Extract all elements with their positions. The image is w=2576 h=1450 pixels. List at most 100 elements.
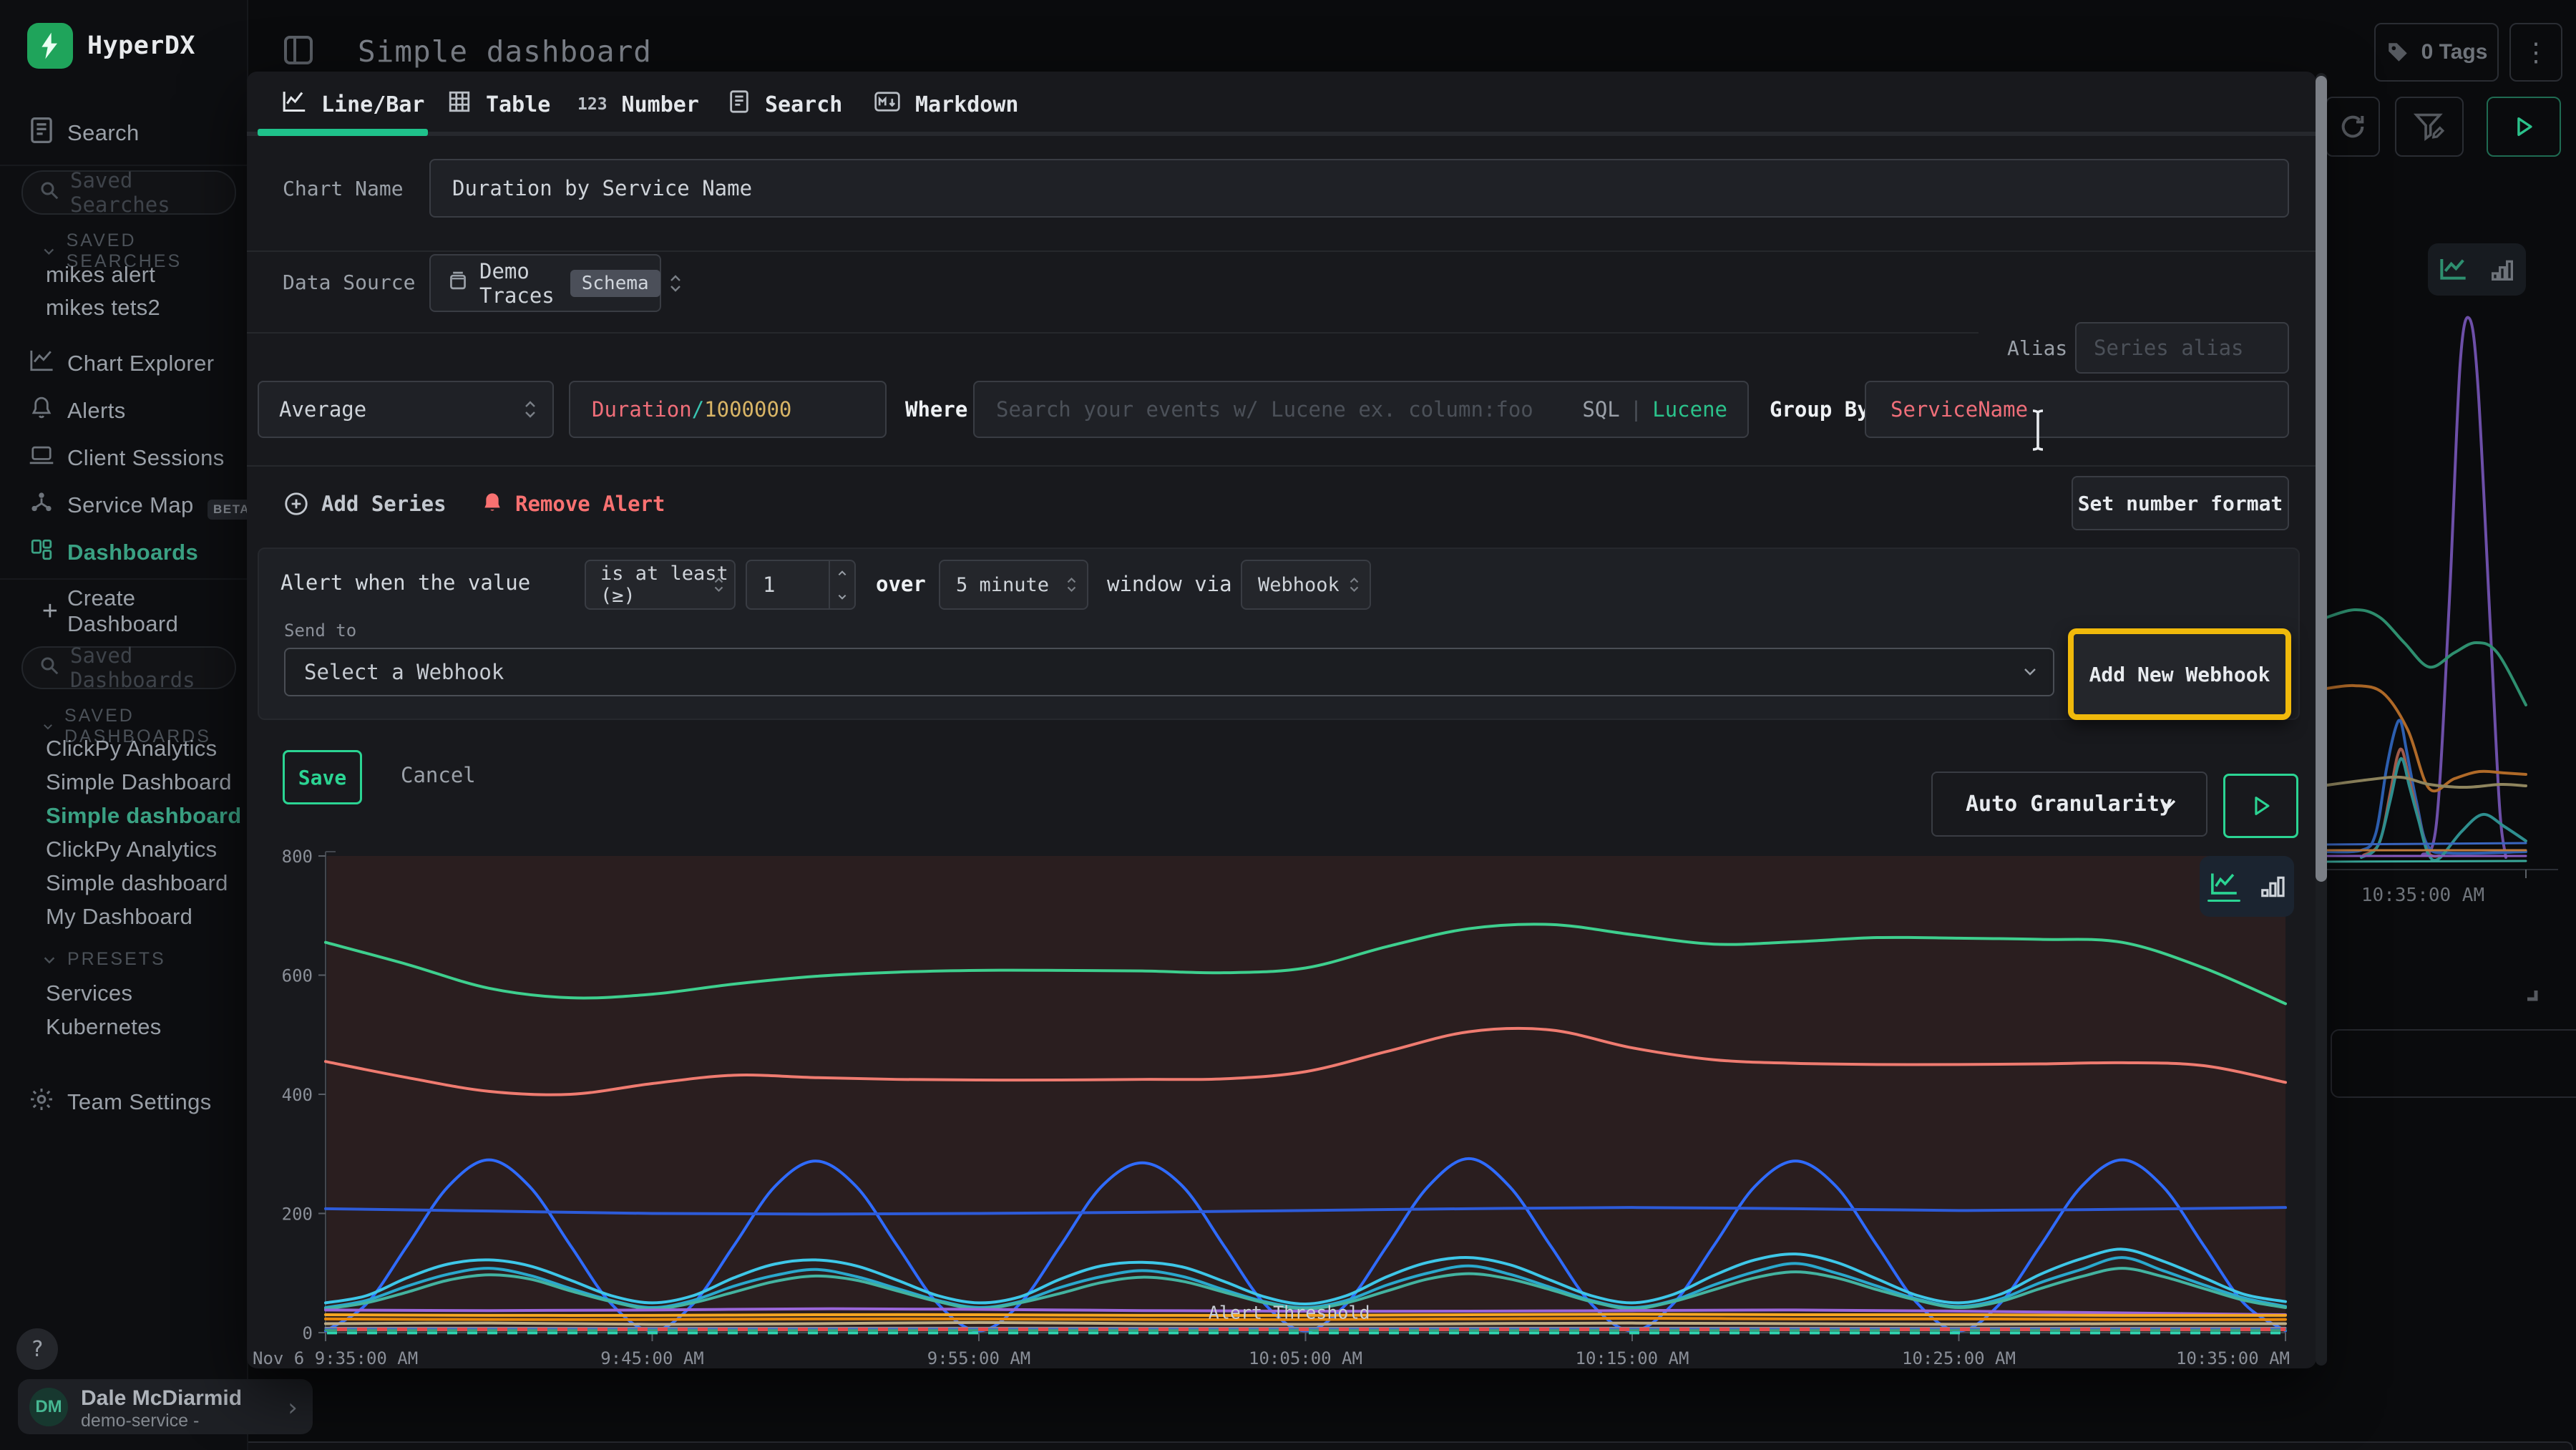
laptop-icon <box>26 444 57 472</box>
svg-text:10:35:00 AM: 10:35:00 AM <box>2176 1348 2290 1368</box>
saved-search-item[interactable]: mikes alert <box>46 262 155 288</box>
saved-searches-placeholder: Saved Searches <box>70 168 235 217</box>
saved-dashboard-item[interactable]: Simple dashboard <box>46 870 228 896</box>
select-chevrons-icon <box>524 400 537 419</box>
stepper-up-icon[interactable] <box>837 570 847 577</box>
search-doc-icon <box>728 89 751 120</box>
where-search-input[interactable]: Search your events w/ Lucene ex. column:… <box>973 381 1749 438</box>
filter-edit-icon <box>2413 111 2446 142</box>
plus-icon: + <box>34 596 66 627</box>
saved-search-item[interactable]: mikes tets2 <box>46 295 160 321</box>
lucene-mode-toggle[interactable]: Lucene <box>1652 397 1727 422</box>
tab-number[interactable]: 123 Number <box>577 84 699 125</box>
more-options-button[interactable]: ⋮ <box>2509 23 2562 82</box>
number-stepper[interactable] <box>829 561 854 608</box>
saved-dashboard-item[interactable]: Simple Dashboard <box>46 769 232 795</box>
preset-item[interactable]: Kubernetes <box>46 1014 162 1040</box>
mode-separator: | <box>1630 397 1642 422</box>
remove-alert-button[interactable]: Remove Alert <box>481 481 665 527</box>
play-icon <box>2249 794 2273 818</box>
chart-type-toggle[interactable] <box>2200 856 2294 917</box>
scrollbar-thumb[interactable] <box>2316 76 2327 882</box>
set-number-format-button[interactable]: Set number format <box>2072 476 2289 530</box>
svg-text:Nov 6 9:35:00 AM: Nov 6 9:35:00 AM <box>253 1348 418 1368</box>
bar-chart-icon[interactable] <box>2259 873 2286 900</box>
database-icon <box>448 270 468 296</box>
sidebar-item-client-sessions[interactable]: Client Sessions <box>0 438 247 478</box>
sidebar-item-search[interactable]: Search <box>0 113 247 153</box>
alert-threshold-input[interactable]: 1 <box>746 560 856 610</box>
tags-button[interactable]: 0 Tags <box>2374 23 2499 82</box>
sidebar-item-dashboards[interactable]: Dashboards <box>0 532 247 573</box>
add-series-button[interactable]: Add Series <box>283 481 447 527</box>
saved-dashboard-item[interactable]: ClickPy Analytics <box>46 736 217 762</box>
aggregation-select[interactable]: Average <box>258 381 554 438</box>
tab-table[interactable]: Table <box>447 84 550 125</box>
alert-operator-select[interactable]: is at least (≥) <box>585 560 736 610</box>
webhook-select[interactable]: Select a Webhook <box>284 648 2054 696</box>
svg-text:800: 800 <box>282 847 313 867</box>
user-name: Dale McDiarmid <box>81 1386 242 1411</box>
select-chevrons-icon <box>713 577 724 593</box>
preset-item[interactable]: Services <box>46 981 132 1006</box>
stepper-down-icon[interactable] <box>837 593 847 600</box>
refresh-button[interactable] <box>2326 97 2380 157</box>
tile-resize-handle[interactable] <box>2520 983 2539 1002</box>
run-query-background-button[interactable] <box>2487 97 2561 157</box>
chevron-down-icon <box>2159 798 2177 811</box>
chart-name-input[interactable]: Duration by Service Name <box>429 159 2289 218</box>
tag-icon <box>2386 40 2410 64</box>
tab-markdown[interactable]: Markdown <box>874 84 1019 125</box>
saved-dashboards-input[interactable]: Saved Dashboards <box>21 646 236 689</box>
edit-chart-modal: Line/Bar Table 123 Number Search Markdow… <box>247 72 2316 1368</box>
sql-mode-toggle[interactable]: SQL <box>1582 397 1619 422</box>
data-source-select[interactable]: Demo Traces Schema <box>429 254 661 312</box>
one-two-three-icon: 123 <box>577 95 608 114</box>
create-dashboard-button[interactable]: + Create Dashboard <box>0 591 247 631</box>
background-chart-type-toggle[interactable] <box>2428 243 2526 296</box>
svg-text:600: 600 <box>282 966 313 986</box>
where-label: Where <box>905 397 967 422</box>
user-card[interactable]: DM Dale McDiarmid demo-service - › <box>18 1379 313 1434</box>
dashboards-icon <box>26 537 57 568</box>
saved-dashboard-item-active[interactable]: Simple dashboard <box>46 803 242 829</box>
save-button[interactable]: Save <box>283 750 362 804</box>
sidebar-collapse-button[interactable] <box>275 27 321 73</box>
cancel-button[interactable]: Cancel <box>401 763 476 787</box>
sidebar-item-chart-explorer[interactable]: Chart Explorer <box>0 344 247 384</box>
hyperdx-logo[interactable] <box>27 23 73 69</box>
line-mode-active[interactable] <box>2207 871 2240 902</box>
window-via-label: window via <box>1107 572 1232 596</box>
over-label: over <box>876 572 926 596</box>
sidebar-item-alerts[interactable]: Alerts <box>0 391 247 431</box>
tags-label: 0 Tags <box>2421 40 2488 64</box>
alias-input[interactable]: Series alias <box>2075 322 2289 374</box>
add-new-webhook-button[interactable]: Add New Webhook <box>2068 628 2291 720</box>
line-chart-icon <box>281 89 307 120</box>
saved-dashboard-item[interactable]: ClickPy Analytics <box>46 837 217 862</box>
svg-text:9:55:00 AM: 9:55:00 AM <box>927 1348 1031 1368</box>
tab-line-bar[interactable]: Line/Bar <box>281 84 425 125</box>
sidebar-item-team-settings[interactable]: Team Settings <box>0 1082 247 1122</box>
group-by-input[interactable]: ServiceName <box>1865 381 2289 438</box>
presets-header[interactable]: PRESETS <box>42 949 166 970</box>
alert-window-select[interactable]: 5 minute <box>939 560 1088 610</box>
refresh-icon <box>2338 112 2367 141</box>
hyperdx-app: Simple dashboard 0 Tags ⋮ 10:35:00 AM Hy… <box>0 0 2576 1450</box>
journal-search-icon <box>26 116 57 150</box>
svg-text:400: 400 <box>282 1085 313 1105</box>
formula-input[interactable]: Duration/1000000 <box>569 381 887 438</box>
panel-collapse-icon <box>275 27 321 73</box>
saved-searches-input[interactable]: Saved Searches <box>21 170 236 215</box>
search-icon <box>39 180 60 206</box>
filter-edit-button[interactable] <box>2395 97 2464 157</box>
help-button[interactable]: ? <box>16 1328 58 1370</box>
saved-dashboard-item[interactable]: My Dashboard <box>46 904 192 930</box>
empty-dashboard-tile <box>2331 1029 2576 1098</box>
sidebar-item-service-map[interactable]: Service Map BETA <box>0 485 247 525</box>
tab-search[interactable]: Search <box>728 84 842 125</box>
svg-text:10:25:00 AM: 10:25:00 AM <box>1902 1348 2016 1368</box>
alert-channel-select[interactable]: Webhook <box>1241 560 1371 610</box>
select-chevrons-icon <box>1066 577 1077 593</box>
search-icon <box>39 655 60 681</box>
